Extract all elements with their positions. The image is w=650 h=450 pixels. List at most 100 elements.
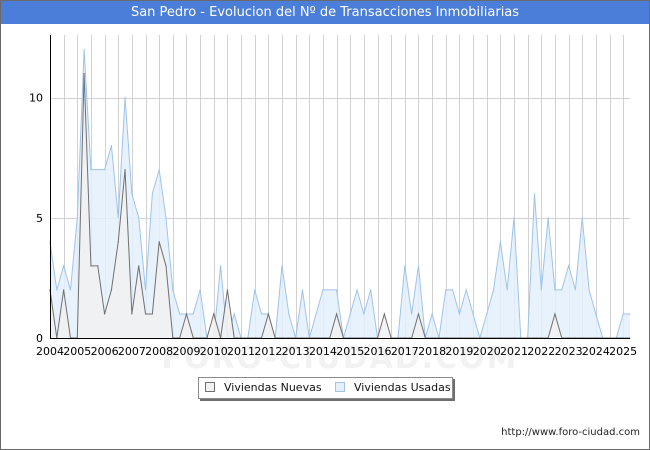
- data-point-usadas: [83, 48, 85, 51]
- data-point-usadas: [540, 289, 542, 291]
- data-point-usadas: [165, 217, 167, 219]
- x-tick-label: 2016: [364, 345, 392, 358]
- x-tick-label: 2025: [609, 345, 637, 358]
- data-point-nuevas: [554, 313, 556, 315]
- data-point-nuevas: [103, 313, 106, 315]
- data-point-usadas: [629, 313, 631, 315]
- data-point-usadas: [472, 313, 474, 315]
- data-point-usadas: [329, 289, 331, 291]
- data-point-usadas: [315, 313, 317, 315]
- data-point-usadas: [131, 193, 133, 195]
- data-point-usadas: [513, 217, 515, 219]
- data-point-usadas: [588, 289, 590, 291]
- x-tick-label: 2021: [500, 345, 528, 358]
- data-point-usadas: [533, 193, 536, 195]
- data-point-nuevas: [185, 313, 188, 315]
- data-point-usadas: [56, 289, 58, 291]
- data-point-nuevas: [90, 265, 92, 267]
- data-point-usadas: [179, 313, 181, 315]
- data-point-usadas: [506, 289, 508, 291]
- data-point-usadas: [172, 289, 174, 291]
- x-tick-label: 2004: [36, 345, 64, 358]
- data-point-usadas: [63, 265, 65, 267]
- data-point-usadas: [554, 289, 556, 291]
- data-point-nuevas: [335, 313, 338, 315]
- data-point-usadas: [288, 313, 290, 315]
- data-point-usadas: [219, 265, 222, 267]
- x-tick-label: 2009: [172, 345, 200, 358]
- data-point-nuevas: [138, 265, 140, 267]
- data-point-usadas: [561, 289, 563, 291]
- data-point-usadas: [451, 289, 454, 291]
- data-point-usadas: [76, 217, 78, 219]
- chart-legend: Viviendas Nuevas Viviendas Usadas: [198, 377, 453, 399]
- x-tick-label: 2010: [200, 345, 228, 358]
- data-point-usadas: [322, 289, 324, 291]
- data-point-usadas: [199, 289, 201, 291]
- data-point-nuevas: [144, 313, 147, 315]
- data-point-usadas: [90, 169, 92, 171]
- data-point-nuevas: [83, 72, 85, 75]
- data-point-nuevas: [158, 241, 160, 243]
- data-point-usadas: [622, 313, 624, 315]
- data-point-usadas: [404, 265, 406, 267]
- x-tick-label: 2014: [309, 345, 337, 358]
- data-point-usadas: [595, 313, 597, 315]
- data-point-usadas: [492, 289, 495, 291]
- data-point-usadas: [69, 289, 72, 291]
- x-tick-label: 2023: [555, 345, 583, 358]
- x-tick-label: 2013: [282, 345, 310, 358]
- data-point-usadas: [458, 313, 461, 315]
- x-tick-label: 2017: [391, 345, 419, 358]
- data-point-nuevas: [226, 289, 229, 291]
- data-point-usadas: [151, 193, 153, 195]
- data-point-usadas: [254, 289, 256, 291]
- data-point-usadas: [158, 169, 160, 171]
- data-point-nuevas: [417, 313, 420, 315]
- data-point-usadas: [138, 217, 140, 219]
- data-point-usadas: [370, 289, 372, 291]
- data-point-usadas: [97, 169, 99, 171]
- x-tick-label: 2011: [227, 345, 255, 358]
- data-point-usadas: [363, 313, 365, 315]
- legend-item-usadas: Viviendas Usadas: [335, 378, 451, 398]
- x-tick-label: 2006: [91, 345, 119, 358]
- data-point-nuevas: [165, 265, 167, 267]
- data-point-usadas: [465, 289, 467, 291]
- x-tick-label: 2012: [254, 345, 282, 358]
- footer-url: http://www.foro-ciudad.com: [501, 427, 640, 438]
- data-point-usadas: [233, 313, 235, 315]
- y-tick-label: 0: [36, 332, 43, 345]
- data-point-nuevas: [267, 313, 269, 315]
- data-point-usadas: [260, 313, 263, 315]
- x-tick-label: 2008: [145, 345, 173, 358]
- data-point-usadas: [110, 145, 113, 147]
- x-tick-label: 2019: [445, 345, 473, 358]
- data-point-usadas: [144, 289, 147, 291]
- x-tick-label: 2015: [336, 345, 364, 358]
- data-point-usadas: [574, 289, 577, 291]
- legend-label-nuevas: Viviendas Nuevas: [224, 381, 322, 394]
- data-point-usadas: [486, 313, 488, 315]
- data-point-nuevas: [63, 289, 65, 291]
- x-tick-label: 2022: [527, 345, 555, 358]
- data-point-nuevas: [117, 241, 119, 243]
- data-point-nuevas: [97, 265, 99, 267]
- x-tick-label: 2018: [418, 345, 446, 358]
- data-point-usadas: [567, 265, 570, 267]
- data-point-usadas: [192, 313, 194, 315]
- legend-swatch-nuevas: [205, 382, 215, 392]
- data-point-usadas: [547, 217, 549, 219]
- data-point-nuevas: [124, 169, 126, 171]
- legend-label-usadas: Viviendas Usadas: [354, 381, 451, 394]
- data-point-nuevas: [151, 313, 153, 315]
- y-tick-label: 10: [29, 92, 43, 105]
- data-point-usadas: [103, 169, 106, 171]
- data-point-usadas: [281, 265, 283, 267]
- legend-swatch-usadas: [335, 382, 345, 392]
- data-point-nuevas: [383, 313, 385, 315]
- data-point-usadas: [411, 313, 413, 315]
- data-point-usadas: [417, 265, 420, 267]
- x-tick-label: 2005: [63, 345, 91, 358]
- data-point-nuevas: [110, 289, 113, 291]
